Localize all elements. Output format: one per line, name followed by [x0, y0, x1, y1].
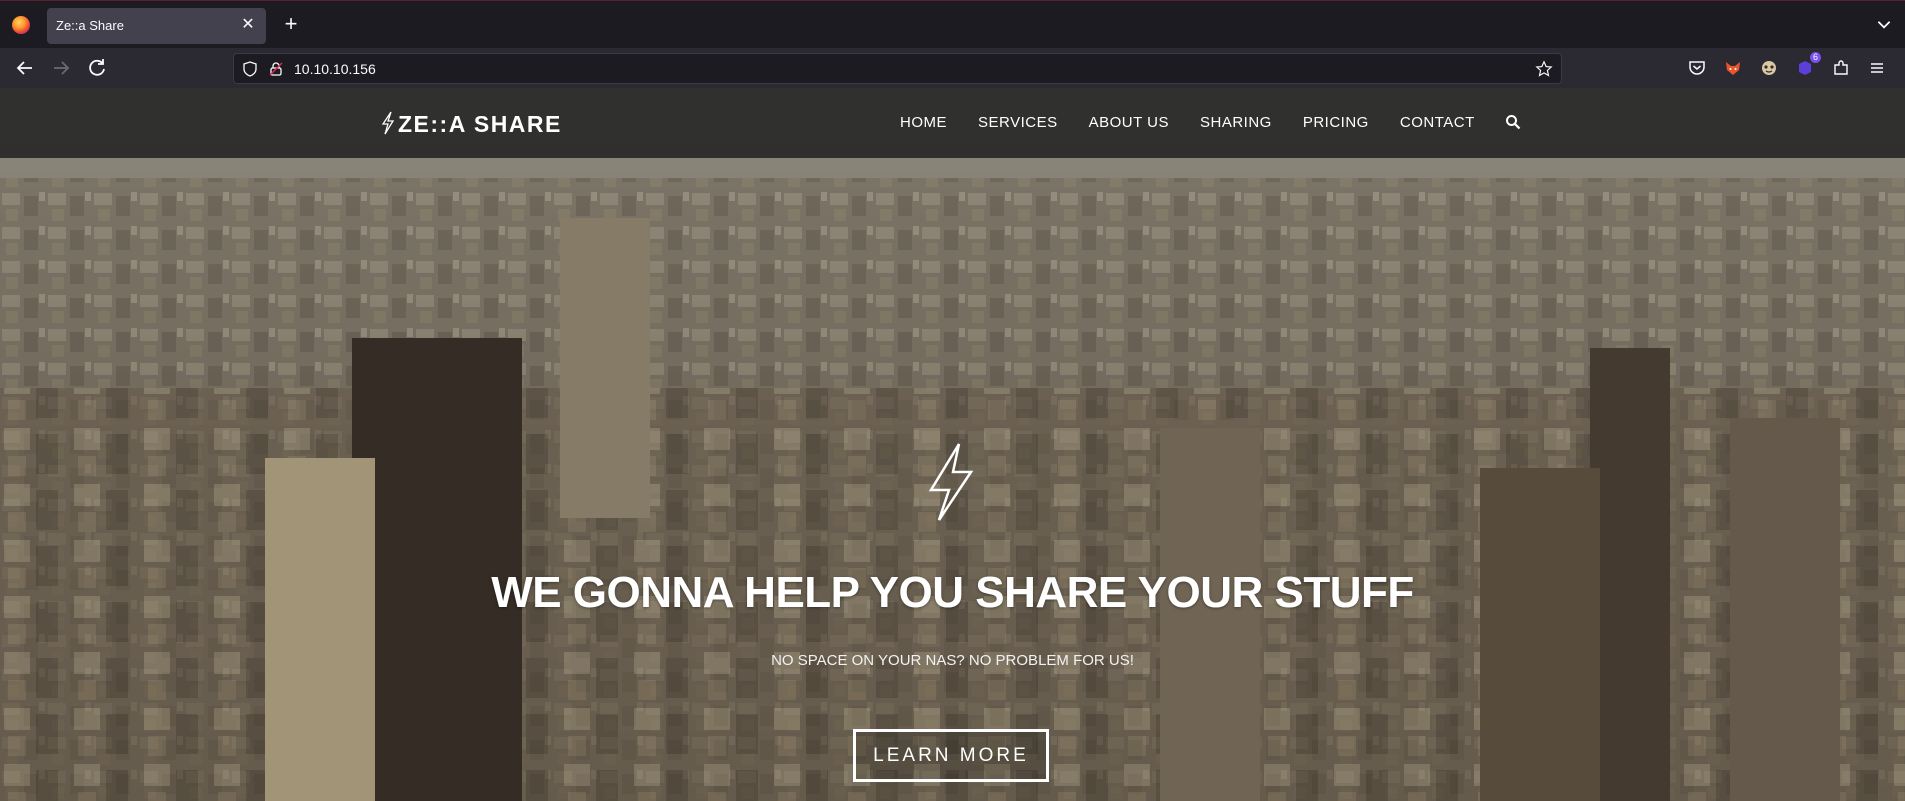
site-logo[interactable]: ZE::A SHARE: [380, 111, 562, 138]
hero-lightning-bolt-icon: [928, 443, 974, 521]
browser-tab-bar: Ze::a Share ✕ +: [0, 0, 1905, 48]
url-text: 10.10.10.156: [294, 61, 376, 77]
menu-item-about-us[interactable]: ABOUT US: [1089, 114, 1169, 131]
menu-item-services[interactable]: SERVICES: [978, 114, 1058, 131]
forward-arrow-icon[interactable]: [49, 56, 73, 80]
lightning-bolt-icon: [381, 111, 395, 135]
main-menu: HOME SERVICES ABOUT US SHARING PRICING C…: [900, 114, 1506, 131]
menu-item-sharing[interactable]: SHARING: [1200, 114, 1272, 131]
extensions-puzzle-icon[interactable]: [1831, 58, 1851, 78]
hero-subtitle: NO SPACE ON YOUR NAS? NO PROBLEM FOR US!: [771, 652, 1134, 669]
list-all-tabs-icon[interactable]: [1875, 15, 1893, 33]
new-tab-icon[interactable]: +: [280, 13, 302, 35]
menu-item-home[interactable]: HOME: [900, 114, 947, 131]
tracking-shield-icon[interactable]: [242, 61, 258, 77]
tab-close-icon[interactable]: ✕: [238, 15, 258, 35]
learn-more-button[interactable]: LEARN MORE: [853, 729, 1049, 782]
menu-item-contact[interactable]: CONTACT: [1400, 114, 1475, 131]
web-page: ZE::A SHARE HOME SERVICES ABOUT US SHARI…: [0, 88, 1905, 801]
back-arrow-icon[interactable]: [13, 56, 37, 80]
insecure-lock-icon[interactable]: [268, 61, 284, 77]
purple-extension-icon[interactable]: 6: [1795, 52, 1821, 78]
extension-badge: 6: [1809, 52, 1821, 63]
pocket-icon[interactable]: [1687, 58, 1707, 78]
hero-title: WE GONNA HELP YOU SHARE YOUR STUFF: [491, 568, 1414, 617]
logo-text: ZE::A SHARE: [398, 111, 562, 137]
bookmark-star-icon[interactable]: [1535, 60, 1553, 78]
reload-icon[interactable]: [85, 56, 109, 80]
firefox-logo-icon: [12, 16, 30, 34]
browser-tab-active[interactable]: Ze::a Share ✕: [47, 8, 266, 44]
fox-extension-icon[interactable]: [1723, 58, 1743, 78]
cookie-extension-icon[interactable]: [1759, 58, 1779, 78]
tab-title: Ze::a Share: [56, 18, 124, 33]
hamburger-menu-icon[interactable]: [1867, 58, 1887, 78]
menu-item-pricing[interactable]: PRICING: [1303, 114, 1369, 131]
address-bar[interactable]: 10.10.10.156: [233, 53, 1562, 84]
site-header: ZE::A SHARE HOME SERVICES ABOUT US SHARI…: [0, 88, 1905, 158]
search-icon[interactable]: [1505, 114, 1521, 130]
browser-nav-bar: 10.10.10.156 6: [0, 48, 1905, 88]
